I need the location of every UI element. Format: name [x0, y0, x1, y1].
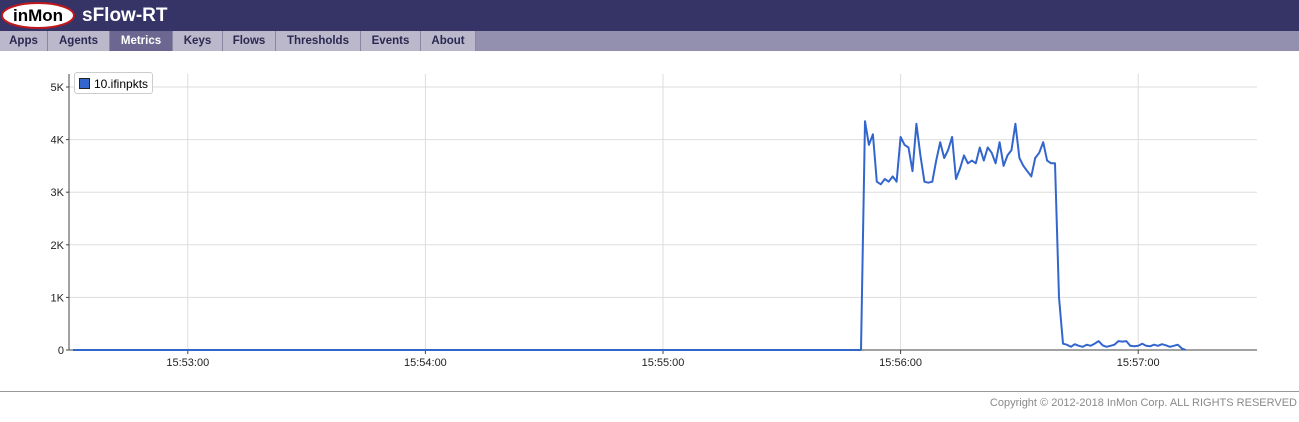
y-tick-label: 0 [58, 345, 64, 357]
app-header [0, 0, 1299, 31]
y-tick-label: 5K [51, 82, 65, 94]
logo-text: inMon [13, 6, 63, 25]
y-tick-label: 4K [51, 135, 65, 147]
series-line-10.ifinpkts [73, 120, 1187, 351]
tab-apps[interactable]: Apps [0, 31, 48, 51]
tab-metrics[interactable]: Metrics [110, 31, 173, 51]
y-tick-label: 1K [51, 292, 65, 304]
chart-legend: 10.ifinpkts [74, 72, 154, 94]
metric-chart: 0 1K 2K 3K 4K 5K 15:53:00 15:54:00 15:55:00 15:56… [51, 74, 1257, 369]
app-title: sFlow-RT [82, 5, 168, 26]
x-tick-label: 15:56:00 [879, 357, 922, 369]
tab-agents[interactable]: Agents [48, 31, 110, 51]
tab-flows[interactable]: Flows [223, 31, 276, 51]
x-tick-label: 15:54:00 [404, 357, 447, 369]
x-tick-label: 15:55:00 [642, 357, 685, 369]
tab-keys[interactable]: Keys [173, 31, 223, 51]
copyright-text: Copyright © 2012-2018 InMon Corp. ALL RI… [989, 397, 1297, 409]
legend-series-name: 10.ifinpkts [94, 77, 149, 91]
legend-swatch [79, 78, 90, 89]
x-tick-label: 15:57:00 [1117, 357, 1160, 369]
tab-thresholds[interactable]: Thresholds [276, 31, 361, 51]
tab-about[interactable]: About [421, 31, 476, 51]
tab-events[interactable]: Events [361, 31, 421, 51]
y-tick-label: 2K [51, 240, 65, 252]
inmon-logo[interactable]: inMon [1, 2, 75, 29]
footer-divider [0, 391, 1299, 392]
x-tick-label: 15:53:00 [166, 357, 209, 369]
y-tick-label: 3K [51, 187, 65, 199]
